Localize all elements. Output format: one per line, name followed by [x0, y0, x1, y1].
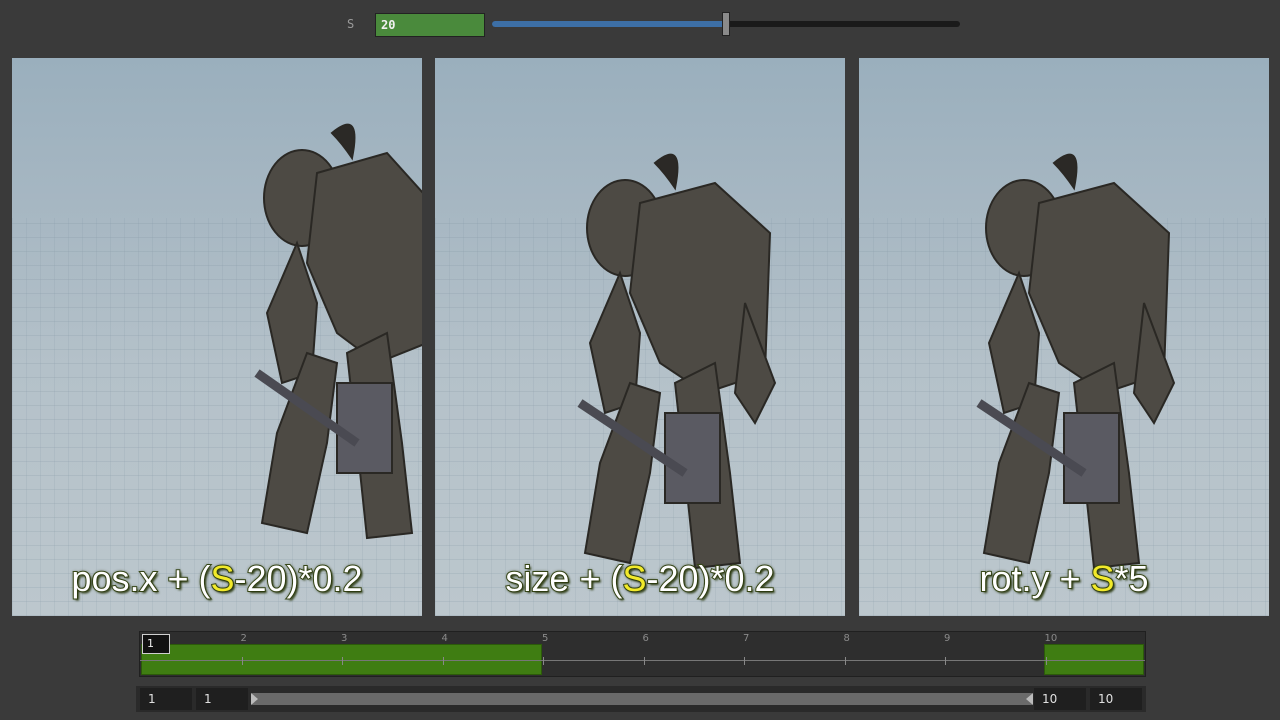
frame-tick: [643, 657, 645, 665]
parameter-slider-handle[interactable]: [722, 12, 730, 36]
character-model: [577, 153, 777, 570]
caption-text: pos.x + (: [70, 557, 211, 600]
frame-range-bar: 1 1 10 10: [136, 686, 1146, 712]
frame-tick: [1045, 657, 1047, 665]
character-model: [254, 123, 422, 540]
frame-number: 10: [1044, 633, 1058, 644]
current-frame-indicator[interactable]: 1: [142, 634, 170, 654]
viewport-rotation[interactable]: rot.y + S*5: [859, 58, 1269, 616]
caption-parameter: S: [209, 557, 235, 600]
frame-tick: [342, 657, 343, 665]
caption-text: *5: [1114, 557, 1150, 600]
expression-caption: pos.x + (S-20)*0.2: [12, 557, 422, 600]
timeline-midline: [140, 660, 1145, 661]
frame-number: 5: [542, 633, 549, 644]
expression-caption: rot.y + S*5: [859, 557, 1269, 600]
frame-tick: [241, 657, 243, 665]
frame-number: 2: [240, 633, 247, 644]
range-slider[interactable]: [251, 693, 1033, 705]
playback-end-field[interactable]: 10: [1034, 688, 1086, 710]
frame-tick: [744, 657, 745, 665]
expression-caption: size + (S-20)*0.2: [435, 557, 845, 600]
character-model: [976, 153, 1176, 570]
frame-tick: [442, 657, 444, 665]
caption-text: rot.y +: [978, 557, 1091, 600]
parameter-value-field[interactable]: 20: [375, 13, 485, 37]
parameter-label: S: [347, 17, 355, 31]
frame-number: 3: [341, 633, 348, 644]
frame-tick: [543, 657, 544, 665]
viewport-position[interactable]: pos.x + (S-20)*0.2: [12, 58, 422, 616]
caption-parameter: S: [1089, 557, 1115, 600]
frame-number: 9: [944, 633, 951, 644]
timeline[interactable]: 1 2 3 4 5 6 7 8 9 10: [139, 631, 1146, 677]
viewport-size[interactable]: size + (S-20)*0.2: [435, 58, 845, 616]
frame-tick: [945, 657, 946, 665]
caption-text: -20)*0.2: [233, 557, 363, 600]
range-end-field[interactable]: 10: [1090, 688, 1142, 710]
range-slider-right-handle[interactable]: [1026, 693, 1033, 705]
range-slider-left-handle[interactable]: [251, 693, 258, 705]
frame-tick: [844, 657, 846, 665]
playback-start-field[interactable]: 1: [196, 688, 248, 710]
frame-number: 8: [843, 633, 850, 644]
range-start-field[interactable]: 1: [140, 688, 192, 710]
caption-text: size + (: [504, 557, 623, 600]
caption-parameter: S: [621, 557, 647, 600]
frame-number: 6: [642, 633, 649, 644]
frame-number: 4: [441, 633, 448, 644]
frame-number: 7: [743, 633, 750, 644]
caption-text: -20)*0.2: [645, 557, 775, 600]
parameter-slider-fill: [492, 21, 726, 27]
